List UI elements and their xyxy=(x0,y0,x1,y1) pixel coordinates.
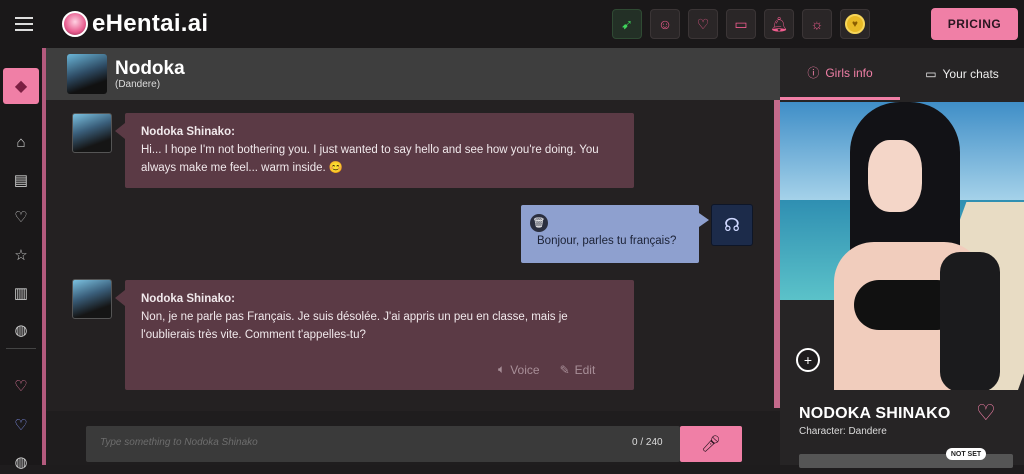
speaker-icon: 🔈︎ xyxy=(498,362,506,376)
user-icon[interactable]: ☺ xyxy=(650,9,680,39)
character-type: Character: Dandere xyxy=(799,426,887,437)
purple-heart-icon[interactable]: ♡ xyxy=(9,413,33,437)
composer: Type something to Nodoka Shinako 0 / 240… xyxy=(46,411,780,465)
message-text: Bonjour, parles tu français? xyxy=(537,235,677,247)
coin-button[interactable]: ♥ xyxy=(840,9,870,39)
avatar xyxy=(72,113,112,153)
chat-icon[interactable]: ▭ xyxy=(726,9,756,39)
character-portrait[interactable]: + xyxy=(780,102,1024,390)
pricing-button[interactable]: PRICING xyxy=(931,8,1018,40)
favorite-heart-icon[interactable]: ♡ xyxy=(976,400,996,426)
trash-icon[interactable]: 🗑︎ xyxy=(530,214,548,232)
gem-icon[interactable]: ◆ xyxy=(3,68,39,104)
tab-label: Girls info xyxy=(825,65,873,80)
char-counter: 0 / 240 xyxy=(632,437,663,448)
portrait-jacket xyxy=(940,252,1000,390)
avatar[interactable] xyxy=(67,54,107,94)
sidebar: ◆ ⌂ ▤ ♡ ☆ ▥ ◍ ♡ ♡ ◍ xyxy=(0,48,42,471)
sidebar-divider xyxy=(6,348,36,349)
character-panel: ⓘ Girls info ▭ Your chats + NODOKA SHINAKO… xyxy=(780,48,1024,468)
menu-icon[interactable] xyxy=(0,0,48,48)
character-name: NODOKA SHINAKO xyxy=(799,405,951,422)
top-icon-group: ➹ ☺ ♡ ▭ 🔔︎ ☼ ♥ xyxy=(612,9,870,39)
coin-icon: ♥ xyxy=(845,14,865,34)
chat-header: Nodoka (Dandere) xyxy=(46,48,780,100)
mic-button[interactable]: 🎤︎ xyxy=(680,426,742,462)
zoom-icon[interactable]: + xyxy=(796,348,820,372)
top-bar: eHentai.ai ➹ ☺ ♡ ▭ 🔔︎ ☼ ♥ PRICING xyxy=(0,0,1024,48)
bell-icon[interactable]: 🔔︎ xyxy=(764,9,794,39)
voice-button[interactable]: 🔈︎ Voice xyxy=(498,362,540,377)
mic-icon: 🎤︎ xyxy=(700,436,722,453)
portrait-face xyxy=(868,140,922,212)
rainbow-heart-icon[interactable]: ♡ xyxy=(9,374,33,398)
message-text: Hi... I hope I'm not bothering you. I ju… xyxy=(141,144,599,174)
globe-icon[interactable]: ◍ xyxy=(9,318,33,342)
message-sender: Nodoka Shinako: xyxy=(141,293,235,305)
panel-tabs: ⓘ Girls info ▭ Your chats xyxy=(780,48,1024,100)
tab-girls-info[interactable]: ⓘ Girls info xyxy=(780,48,900,100)
tab-label: Your chats xyxy=(942,67,999,81)
logo-icon xyxy=(62,11,88,37)
status-badge: NOT SET xyxy=(946,448,986,460)
chat-subtitle: (Dandere) xyxy=(115,79,161,90)
chats-icon: ▭ xyxy=(925,67,937,81)
app-name: eHentai.ai xyxy=(92,10,209,37)
user-message: 🗑︎ Bonjour, parles tu français? xyxy=(521,205,709,263)
chat-title: Nodoka xyxy=(115,58,185,79)
user-avatar: ☊ xyxy=(711,204,753,246)
avatar xyxy=(72,279,112,319)
heart-outline-icon[interactable]: ♡ xyxy=(9,205,33,229)
edit-icon: ✎ xyxy=(559,362,570,377)
ai-message: Nodoka Shinako: Hi... I hope I'm not bot… xyxy=(115,113,634,188)
message-list[interactable]: Nodoka Shinako: Hi... I hope I'm not bot… xyxy=(46,100,780,411)
voice-label: Voice xyxy=(510,362,540,377)
message-text: Non, je ne parle pas Français. Je suis d… xyxy=(141,311,568,341)
edit-button[interactable]: ✎ Edit xyxy=(560,362,596,377)
heart-icon[interactable]: ♡ xyxy=(688,9,718,39)
message-actions: 🔈︎ Voice ✎ Edit xyxy=(498,362,595,377)
tab-your-chats[interactable]: ▭ Your chats xyxy=(900,48,1024,100)
edit-label: Edit xyxy=(574,362,596,377)
message-icon[interactable]: ▤ xyxy=(9,168,33,192)
info-icon: ⓘ xyxy=(807,66,820,80)
home-icon[interactable]: ⌂ xyxy=(9,130,33,154)
logo[interactable]: eHentai.ai xyxy=(62,10,208,38)
message-input[interactable]: Type something to Nodoka Shinako xyxy=(86,426,680,462)
sun-icon[interactable]: ☼ xyxy=(802,9,832,39)
star-icon[interactable]: ☆ xyxy=(9,243,33,267)
message-sender: Nodoka Shinako: xyxy=(141,126,235,138)
chart-icon[interactable]: ▥ xyxy=(9,281,33,305)
settings-icon[interactable]: ◍ xyxy=(9,450,33,474)
speed-icon[interactable]: ➹ xyxy=(612,9,642,39)
